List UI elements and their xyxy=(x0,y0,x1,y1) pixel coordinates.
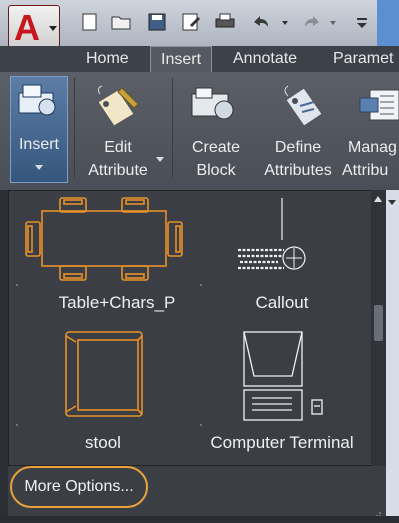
gallery-item-callout-label[interactable]: Callout xyxy=(232,292,332,314)
resize-grip-icon[interactable] xyxy=(372,505,382,517)
edit-attribute-icon[interactable] xyxy=(94,84,144,128)
tab-insert[interactable]: Insert xyxy=(150,46,213,72)
gallery-item-computer-terminal-thumbnail[interactable] xyxy=(240,328,330,424)
insert-block-icon xyxy=(18,84,56,116)
save-icon[interactable] xyxy=(147,13,167,31)
more-options-button[interactable]: More Options... xyxy=(10,466,148,508)
undo-icon[interactable] xyxy=(251,13,271,31)
manage-attributes-label-line1[interactable]: Manag xyxy=(348,136,399,159)
gallery-item-table-chars-label[interactable]: Table+Chars_P xyxy=(32,292,202,314)
ribbon-separator xyxy=(74,78,75,178)
define-attributes-icon[interactable] xyxy=(280,84,330,128)
grip-dot xyxy=(16,284,18,286)
create-block-label-line2[interactable]: Block xyxy=(178,159,254,182)
scroll-up-icon[interactable] xyxy=(374,196,382,202)
chevron-down-icon[interactable] xyxy=(388,200,396,205)
new-file-icon[interactable] xyxy=(80,13,100,31)
define-attributes-label-line2[interactable]: Attributes xyxy=(256,159,340,182)
create-block-label-line1[interactable]: Create xyxy=(178,136,254,159)
insert-button-label: Insert xyxy=(18,136,59,153)
bottom-edge xyxy=(0,516,399,523)
title-bar-edge xyxy=(377,0,399,46)
edit-attribute-label-line1[interactable]: Edit xyxy=(80,136,156,159)
manage-attributes-icon[interactable] xyxy=(358,86,399,126)
drawing-area-edge xyxy=(386,190,399,523)
tab-parametric[interactable]: Paramet xyxy=(333,46,393,72)
gallery-item-computer-terminal-label[interactable]: Computer Terminal xyxy=(200,432,364,454)
redo-dropdown-icon[interactable] xyxy=(330,21,336,25)
gallery-item-callout-thumbnail[interactable] xyxy=(232,196,322,282)
print-icon[interactable] xyxy=(215,13,235,31)
grip-dot xyxy=(200,284,202,286)
save-as-icon[interactable] xyxy=(181,13,201,31)
autocad-logo: A xyxy=(14,7,40,48)
chevron-down-icon xyxy=(35,165,43,170)
manage-attributes-label-line2[interactable]: Attribu xyxy=(342,159,399,182)
redo-icon[interactable] xyxy=(302,13,322,31)
open-folder-icon[interactable] xyxy=(111,13,131,31)
create-block-icon[interactable] xyxy=(188,84,238,128)
define-attributes-label-line1[interactable]: Define xyxy=(258,136,338,159)
grip-dot xyxy=(200,424,202,426)
edit-attribute-label-line2[interactable]: Attribute xyxy=(80,159,156,182)
gallery-item-table-chars-thumbnail[interactable] xyxy=(24,196,184,282)
grip-dot xyxy=(16,424,18,426)
chevron-down-icon[interactable] xyxy=(156,157,164,162)
ribbon-tab-bar: Home Insert Annotate Paramet xyxy=(0,46,399,72)
insert-block-button[interactable]: Insert xyxy=(10,76,68,183)
gallery-item-stool-label[interactable]: stool xyxy=(58,432,148,454)
chevron-down-icon xyxy=(49,26,57,31)
customize-dropdown-icon[interactable] xyxy=(352,13,372,31)
tab-home[interactable]: Home xyxy=(86,46,129,72)
undo-dropdown-icon[interactable] xyxy=(282,21,288,25)
ribbon-separator xyxy=(172,78,173,178)
gallery-item-stool-thumbnail[interactable] xyxy=(60,326,148,422)
scrollbar-thumb[interactable] xyxy=(374,305,383,341)
tab-annotate[interactable]: Annotate xyxy=(233,46,297,72)
